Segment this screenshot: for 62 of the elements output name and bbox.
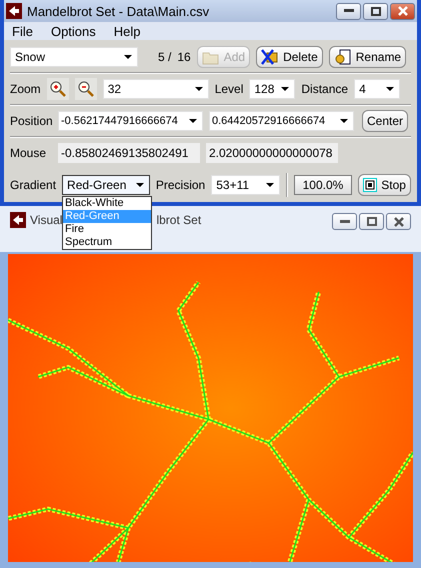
- caret-icon: [124, 55, 132, 59]
- distance-label: Distance: [301, 82, 348, 96]
- precision-dropdown[interactable]: 53+11: [211, 175, 280, 195]
- maximize-icon: [370, 6, 380, 16]
- mouse-x-field: -0.85802469135802491: [58, 143, 200, 163]
- app-icon: [6, 3, 22, 19]
- mouse-y-field: 2.02000000000000078: [206, 143, 338, 163]
- level-label: Level: [214, 82, 244, 96]
- caret-icon: [266, 183, 274, 187]
- preset-dropdown[interactable]: Snow: [10, 47, 138, 67]
- gradient-option[interactable]: Black-White: [63, 197, 151, 210]
- preset-count: 16: [177, 50, 191, 64]
- zoom-out-icon: [78, 81, 94, 97]
- document-icon: [334, 49, 352, 65]
- close-icon: [394, 216, 404, 226]
- window-title: Mandelbrot Set - Data\Main.csv: [27, 4, 210, 18]
- minimize-button[interactable]: [332, 213, 357, 230]
- window-title: Visual: [30, 212, 62, 228]
- caret-icon: [194, 87, 203, 91]
- preset-index: 5 /: [158, 50, 172, 64]
- menu-item[interactable]: File: [12, 24, 33, 38]
- position-y-dropdown[interactable]: 0.64420572916666674: [209, 111, 354, 131]
- maximize-icon: [366, 217, 376, 226]
- rename-button[interactable]: Rename: [328, 46, 406, 68]
- maximize-button[interactable]: [363, 2, 388, 20]
- caret-icon: [136, 183, 144, 187]
- progress-indicator: 100.0%: [294, 175, 352, 195]
- caret-icon: [340, 119, 348, 123]
- gradient-dropdown[interactable]: Red-Green: [62, 175, 150, 195]
- gradient-label: Gradient: [10, 178, 56, 192]
- delete-button[interactable]: Delete: [256, 46, 323, 68]
- distance-dropdown[interactable]: 4: [354, 79, 400, 99]
- precision-label: Precision: [156, 178, 206, 192]
- stop-icon: [363, 178, 378, 192]
- zoom-in-icon: [50, 81, 66, 97]
- zoom-label: Zoom: [10, 82, 41, 96]
- close-button[interactable]: [390, 2, 415, 20]
- center-button[interactable]: Center: [362, 110, 408, 132]
- mouse-label: Mouse: [10, 146, 48, 160]
- close-icon: [398, 6, 408, 16]
- level-dropdown[interactable]: 128: [249, 79, 296, 99]
- zoom-dropdown[interactable]: 32: [102, 79, 209, 99]
- zoom-out-button[interactable]: [74, 78, 97, 100]
- delete-icon: [261, 49, 280, 65]
- caret-icon: [386, 87, 394, 91]
- caret-icon: [189, 119, 197, 123]
- position-x-dropdown[interactable]: -0.56217447916666674: [58, 111, 203, 131]
- minimize-icon: [340, 220, 350, 224]
- minimize-icon: [344, 9, 354, 13]
- maximize-button[interactable]: [359, 213, 384, 230]
- caret-icon: [281, 87, 290, 91]
- menu-item[interactable]: Help: [114, 24, 141, 38]
- close-button[interactable]: [386, 213, 411, 230]
- gradient-option[interactable]: Fire: [63, 223, 151, 236]
- app-icon: [10, 212, 26, 228]
- minimize-button[interactable]: [336, 2, 361, 20]
- menu-item[interactable]: Options: [50, 24, 96, 38]
- stop-button[interactable]: Stop: [358, 174, 411, 196]
- position-label: Position: [10, 114, 52, 128]
- zoom-in-button[interactable]: [46, 78, 69, 100]
- gradient-option[interactable]: Spectrum: [63, 236, 151, 249]
- window-title: lbrot Set: [156, 212, 202, 228]
